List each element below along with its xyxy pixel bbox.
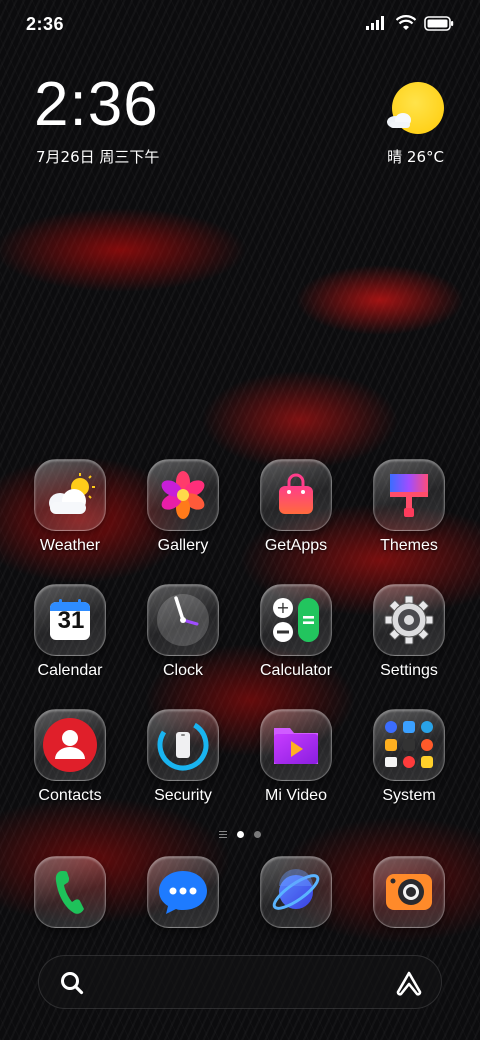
weather-icon bbox=[34, 459, 106, 531]
page-dot-active bbox=[237, 831, 244, 838]
wifi-icon bbox=[396, 15, 416, 30]
calculator-icon: + bbox=[260, 584, 332, 656]
app-label: Settings bbox=[380, 662, 438, 679]
app-label: Weather bbox=[39, 537, 101, 554]
phone-icon bbox=[34, 856, 106, 928]
app-label: GetApps bbox=[264, 537, 328, 554]
dock-camera[interactable] bbox=[354, 856, 464, 928]
app-weather[interactable]: Weather bbox=[15, 459, 125, 555]
app-label: Gallery bbox=[157, 537, 209, 554]
search-bar[interactable] bbox=[38, 955, 442, 1009]
app-label: Calendar bbox=[37, 662, 103, 679]
app-security[interactable]: Security bbox=[128, 709, 238, 805]
battery-icon bbox=[424, 15, 454, 31]
cloud-icon bbox=[387, 113, 411, 128]
camera-icon bbox=[373, 856, 445, 928]
clock-icon bbox=[147, 584, 219, 656]
contacts-icon bbox=[34, 709, 106, 781]
app-calculator[interactable]: + Calculator bbox=[241, 584, 351, 680]
folder-icon bbox=[373, 709, 445, 781]
calendar-day: 31 bbox=[57, 607, 85, 634]
feed-page-indicator bbox=[219, 831, 227, 838]
clock-widget-time[interactable]: 2:36 bbox=[34, 74, 159, 136]
clock-widget-date[interactable]: 7月26日 周三下午 bbox=[36, 146, 159, 167]
shopping-bag-icon bbox=[260, 459, 332, 531]
page-indicator[interactable] bbox=[0, 831, 480, 838]
weather-text: 晴 26°C bbox=[387, 148, 444, 166]
browser-planet-icon bbox=[260, 856, 332, 928]
svg-text:+: + bbox=[276, 598, 289, 617]
app-getapps[interactable]: GetApps bbox=[241, 459, 351, 555]
app-clock[interactable]: Clock bbox=[128, 584, 238, 680]
app-label: Themes bbox=[380, 537, 438, 554]
app-label: Calculator bbox=[259, 662, 333, 679]
dock-messages[interactable] bbox=[128, 856, 238, 928]
app-label: Mi Video bbox=[265, 787, 327, 804]
app-calendar[interactable]: 31 Calendar bbox=[15, 584, 125, 680]
messages-icon bbox=[147, 856, 219, 928]
paint-brush-icon bbox=[373, 459, 445, 531]
app-mi-video[interactable]: Mi Video bbox=[241, 709, 351, 805]
status-time: 2:36 bbox=[26, 14, 65, 34]
calendar-icon: 31 bbox=[34, 584, 106, 656]
app-system-folder[interactable]: System bbox=[354, 709, 464, 805]
status-bar: 2:36 bbox=[0, 0, 480, 50]
app-label: Contacts bbox=[38, 787, 102, 804]
app-label: Clock bbox=[162, 662, 203, 679]
app-label: Security bbox=[154, 787, 212, 804]
assistant-icon[interactable] bbox=[395, 970, 423, 996]
weather-widget[interactable]: 晴 26°C bbox=[384, 82, 444, 168]
video-icon bbox=[260, 709, 332, 781]
dock-browser[interactable] bbox=[241, 856, 351, 928]
page-dot bbox=[254, 831, 261, 838]
status-icons bbox=[366, 15, 454, 31]
app-settings[interactable]: Settings bbox=[354, 584, 464, 680]
search-icon[interactable] bbox=[59, 970, 85, 996]
app-gallery[interactable]: Gallery bbox=[128, 459, 238, 555]
app-label: System bbox=[382, 787, 436, 804]
app-themes[interactable]: Themes bbox=[354, 459, 464, 555]
dock-phone[interactable] bbox=[15, 856, 125, 928]
gear-icon bbox=[373, 584, 445, 656]
app-contacts[interactable]: Contacts bbox=[15, 709, 125, 805]
security-shield-icon bbox=[147, 709, 219, 781]
signal-icon bbox=[366, 16, 384, 30]
gallery-flower-icon bbox=[147, 459, 219, 531]
